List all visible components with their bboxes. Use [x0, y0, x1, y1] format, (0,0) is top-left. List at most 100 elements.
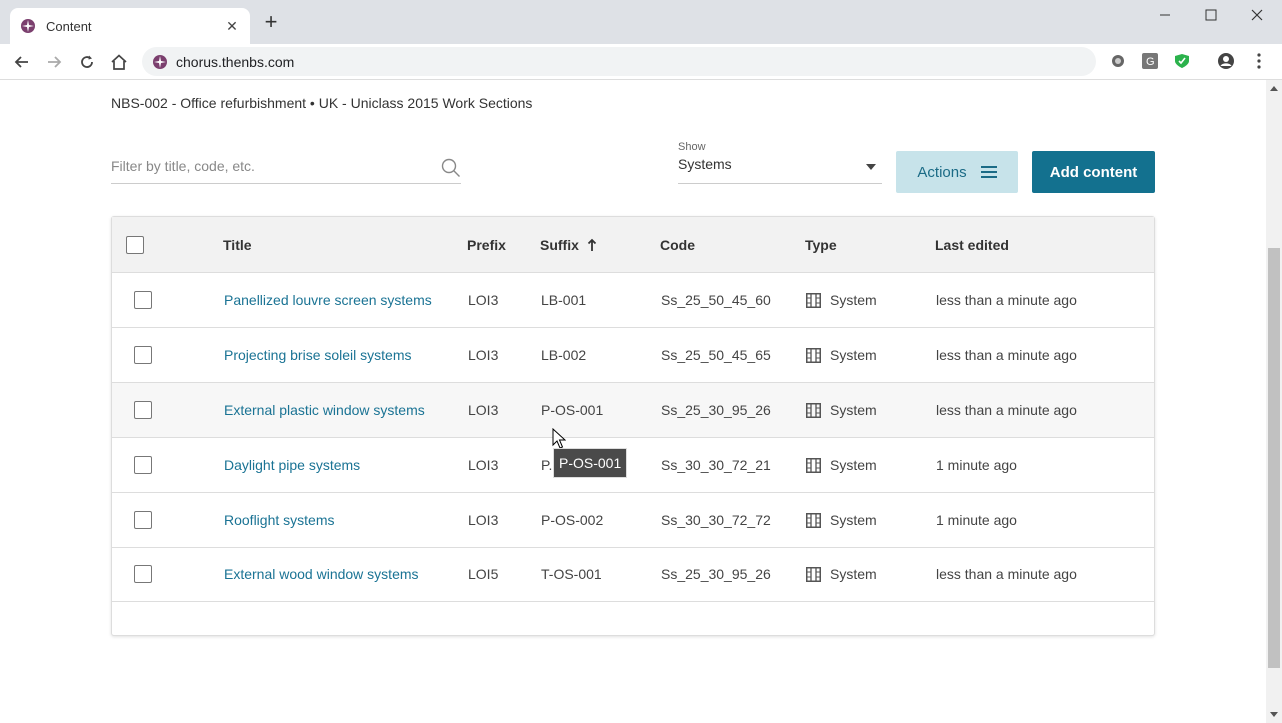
minimize-icon[interactable]	[1142, 0, 1188, 30]
site-favicon-icon	[153, 54, 167, 69]
maximize-icon[interactable]	[1188, 0, 1234, 30]
tab-title: Content	[46, 18, 92, 34]
row-last-edited: less than a minute ago	[936, 292, 1077, 308]
header-suffix-label: Suffix	[540, 236, 579, 253]
row-code: Ss_25_50_45_65	[661, 347, 771, 363]
row-type-label: System	[830, 566, 877, 582]
show-select[interactable]: Systems	[678, 156, 882, 184]
row-last-edited: less than a minute ago	[936, 566, 1077, 582]
select-all-checkbox[interactable]	[126, 235, 144, 254]
row-suffix: P-OS-002	[541, 512, 604, 528]
table-row[interactable]: Projecting brise soleil systems LOI3 LB-00…	[112, 328, 1154, 383]
home-icon[interactable]	[107, 50, 131, 74]
row-suffix: LB-001	[541, 292, 587, 308]
row-checkbox[interactable]	[134, 401, 152, 419]
row-prefix: LOI3	[468, 512, 499, 528]
row-type-label: System	[830, 347, 877, 363]
tab-close-icon[interactable]: ✕	[224, 18, 240, 35]
row-title-link[interactable]: External wood window systems	[224, 566, 419, 582]
row-last-edited: less than a minute ago	[936, 347, 1077, 363]
table-row[interactable]: External wood window systems LOI5 T-OS-001…	[112, 547, 1154, 602]
show-select-value: Systems	[678, 156, 732, 172]
row-prefix: LOI3	[468, 347, 499, 363]
header-suffix[interactable]: Suffix	[540, 217, 597, 272]
table-row[interactable]: Daylight pipe systems LOI3 P. Ss_30_30_72_2…	[112, 438, 1154, 493]
show-label: Show	[678, 141, 706, 153]
row-checkbox[interactable]	[134, 511, 152, 529]
forward-arrow-icon[interactable]	[42, 50, 66, 74]
row-code: Ss_30_30_72_72	[661, 512, 771, 528]
row-title-link[interactable]: External plastic window systems	[224, 402, 425, 418]
extension-record-icon[interactable]	[1109, 52, 1127, 70]
scrollbar-thumb[interactable]	[1268, 248, 1280, 668]
hamburger-menu-icon	[980, 166, 997, 178]
row-type: System	[806, 383, 877, 437]
row-type-label: System	[830, 512, 877, 528]
row-title-link[interactable]: Panellized louvre screen systems	[224, 292, 432, 308]
browser-toolbar: chorus.thenbs.com G	[0, 44, 1282, 80]
header-type[interactable]: Type	[805, 217, 837, 272]
row-code: Ss_30_30_72_21	[661, 457, 771, 473]
browser-menu-icon[interactable]	[1250, 52, 1268, 70]
add-content-button[interactable]: Add content	[1032, 151, 1155, 193]
reload-icon[interactable]	[75, 50, 99, 74]
back-arrow-icon[interactable]	[10, 50, 34, 74]
browser-titlebar: Content ✕ +	[0, 0, 1282, 44]
dropdown-caret-icon	[866, 164, 876, 170]
table-row[interactable]: Panellized louvre screen systems LOI3 LB-0…	[112, 273, 1154, 328]
header-code[interactable]: Code	[660, 217, 695, 272]
profile-icon[interactable]	[1217, 52, 1235, 70]
browser-tab[interactable]: Content ✕	[10, 8, 250, 44]
row-code: Ss_25_30_95_26	[661, 566, 771, 582]
header-title[interactable]: Title	[223, 217, 252, 272]
row-type: System	[806, 328, 877, 382]
row-type: System	[806, 493, 877, 547]
svg-text:G: G	[1146, 56, 1155, 68]
scroll-up-icon[interactable]	[1270, 86, 1278, 91]
system-type-icon	[806, 402, 821, 418]
row-last-edited: 1 minute ago	[936, 457, 1017, 473]
url-text: chorus.thenbs.com	[176, 53, 295, 70]
actions-button[interactable]: Actions	[896, 151, 1018, 193]
row-checkbox[interactable]	[134, 456, 152, 474]
row-suffix: P-OS-001	[541, 402, 604, 418]
new-tab-button[interactable]: +	[260, 11, 282, 34]
filter-field	[111, 150, 461, 184]
row-title-link[interactable]: Projecting brise soleil systems	[224, 347, 412, 363]
address-bar[interactable]: chorus.thenbs.com	[142, 47, 1096, 76]
extension-shield-icon[interactable]	[1173, 52, 1191, 70]
table-header-row: Title Prefix Suffix Code Type Last edite…	[112, 217, 1154, 273]
breadcrumb: NBS-002 - Office refurbishment • UK - Un…	[111, 95, 533, 111]
system-type-icon	[806, 512, 821, 528]
row-suffix: T-OS-001	[541, 566, 602, 582]
row-type-label: System	[830, 402, 877, 418]
table-row[interactable]: Rooflight systems LOI3 P-OS-002 Ss_30_30_72…	[112, 493, 1154, 548]
row-title-link[interactable]: Rooflight systems	[224, 512, 334, 528]
suffix-tooltip: P-OS-001	[553, 448, 628, 478]
window-close-icon[interactable]	[1234, 0, 1280, 30]
row-type: System	[806, 438, 877, 492]
table-row[interactable]: External plastic window systems LOI3 P-OS-…	[112, 383, 1154, 438]
row-type: System	[806, 547, 877, 601]
row-suffix: P.	[541, 457, 553, 473]
header-prefix[interactable]: Prefix	[467, 217, 506, 272]
row-title-link[interactable]: Daylight pipe systems	[224, 457, 360, 473]
scroll-down-icon[interactable]	[1270, 712, 1278, 717]
page-scrollbar[interactable]	[1266, 80, 1282, 723]
row-last-edited: 1 minute ago	[936, 512, 1017, 528]
row-checkbox[interactable]	[134, 346, 152, 364]
row-prefix: LOI5	[468, 566, 499, 582]
system-type-icon	[806, 347, 821, 363]
row-code: Ss_25_30_95_26	[661, 402, 771, 418]
row-checkbox[interactable]	[134, 291, 152, 309]
extension-g-icon[interactable]: G	[1141, 52, 1159, 70]
row-checkbox[interactable]	[134, 565, 152, 583]
system-type-icon	[806, 566, 821, 582]
header-last-edited[interactable]: Last edited	[935, 217, 1009, 272]
row-suffix: LB-002	[541, 347, 587, 363]
row-type: System	[806, 273, 877, 327]
row-prefix: LOI3	[468, 292, 499, 308]
filter-input[interactable]	[111, 150, 431, 182]
search-icon[interactable]	[441, 158, 461, 178]
row-type-label: System	[830, 292, 877, 308]
